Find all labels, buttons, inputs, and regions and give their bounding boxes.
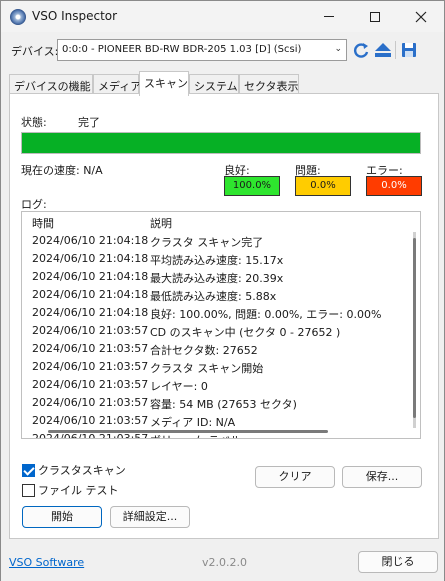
log-description: クラスタ スキャン完了: [150, 236, 264, 249]
log-description: ボリューム ラベル:: [150, 432, 245, 438]
title-bar: VSO Inspector: [1, 1, 444, 32]
log-description: メディア ID: N/A: [150, 416, 236, 429]
scan-progress-bar: [21, 132, 421, 154]
chevron-down-icon: ⌄: [334, 44, 342, 54]
log-row[interactable]: 2024/06/10 21:03:57 合計セクタ数: 27652: [22, 340, 412, 358]
log-time: 2024/06/10 21:04:18: [32, 306, 149, 319]
log-row[interactable]: 2024/06/10 21:03:57 クラスタ スキャン開始: [22, 358, 412, 376]
progress-fill: [22, 133, 420, 153]
log-row[interactable]: 2024/06/10 21:03:57 容量: 54 MB (27653 セクタ): [22, 394, 412, 412]
save-icon[interactable]: [399, 40, 419, 60]
log-time: 2024/06/10 21:04:18: [32, 234, 149, 247]
log-row[interactable]: 2024/06/10 21:04:18 平均読み込み速度: 15.17x: [22, 250, 412, 268]
column-header-time[interactable]: 時間: [32, 215, 54, 231]
toolbar-separator: [395, 41, 396, 59]
log-row[interactable]: 2024/06/10 21:03:57 CD のスキャン中 (セクタ 0 - 27…: [22, 322, 412, 340]
start-button[interactable]: 開始: [22, 506, 102, 528]
refresh-icon[interactable]: [351, 40, 371, 60]
tab-device-features[interactable]: デバイスの機能: [9, 74, 93, 95]
good-value: 100.0%: [224, 176, 280, 196]
log-description: 良好: 100.00%, 問題: 0.00%, エラー: 0.00%: [150, 308, 382, 321]
file-test-label: ファイル テスト: [38, 484, 119, 497]
log-row[interactable]: 2024/06/10 21:03:57 レイヤー: 0: [22, 376, 412, 394]
log-description: クラスタ スキャン開始: [150, 362, 264, 375]
log-label: ログ:: [21, 198, 47, 211]
window-title: VSO Inspector: [32, 9, 118, 23]
device-select-value: 0:0:0 - PIONEER BD-RW BDR-205 1.03 [D] (…: [62, 44, 302, 55]
clear-button[interactable]: クリア: [255, 466, 335, 488]
maximize-icon: [370, 11, 380, 22]
maximize-button[interactable]: [352, 1, 398, 32]
scan-panel: 状態: 完了 現在の速度: N/A 良好: 問題: エラー: 100.0% 0.…: [9, 93, 439, 539]
version-label: v2.0.2.0: [202, 556, 247, 569]
log-row[interactable]: 2024/06/10 21:04:18 良好: 100.00%, 問題: 0.00…: [22, 304, 412, 322]
error-value: 0.0%: [366, 176, 422, 196]
log-description: 最大読み込み速度: 20.39x: [150, 272, 284, 285]
log-time: 2024/06/10 21:03:57: [32, 396, 149, 409]
log-row[interactable]: 2024/06/10 21:04:18 最大読み込み速度: 20.39x: [22, 268, 412, 286]
tab-system[interactable]: システム: [189, 74, 239, 95]
minimize-button[interactable]: [306, 1, 352, 32]
log-time: 2024/06/10 21:04:18: [32, 288, 149, 301]
tab-sector-view[interactable]: セクタ表示: [239, 74, 299, 95]
status-label: 状態:: [21, 116, 47, 129]
log-description: 合計セクタ数: 27652: [150, 344, 258, 357]
log-description: 平均読み込み速度: 15.17x: [150, 254, 284, 267]
log-time: 2024/06/10 21:04:18: [32, 252, 149, 265]
log-time: 2024/06/10 21:03:57: [32, 324, 149, 337]
log-description: CD のスキャン中 (セクタ 0 - 27652 ): [150, 326, 341, 339]
log-row[interactable]: 2024/06/10 21:03:57 メディア ID: N/A: [22, 412, 412, 430]
close-window-button[interactable]: [398, 1, 444, 32]
advanced-settings-button[interactable]: 詳細設定...: [110, 506, 190, 528]
checkbox-unchecked-icon: [22, 483, 35, 497]
device-select[interactable]: 0:0:0 - PIONEER BD-RW BDR-205 1.03 [D] (…: [57, 39, 347, 61]
file-test-checkbox[interactable]: ファイル テスト: [22, 482, 119, 498]
device-label: デバイス:: [11, 45, 59, 58]
checkbox-checked-icon: [22, 463, 35, 477]
vertical-scrollbar-thumb[interactable]: [413, 238, 416, 418]
log-time: 2024/06/10 21:03:57: [32, 414, 149, 427]
log-row[interactable]: 2024/06/10 21:04:18 クラスタ スキャン完了: [22, 232, 412, 250]
tab-scan[interactable]: スキャン: [139, 71, 189, 96]
footer: VSO Software v2.0.2.0 閉じる: [1, 539, 444, 581]
minimize-icon: [324, 16, 334, 17]
close-button[interactable]: 閉じる: [358, 551, 438, 573]
disc-app-icon: [10, 9, 26, 25]
problem-value: 0.0%: [295, 176, 351, 196]
device-row: デバイス: 0:0:0 - PIONEER BD-RW BDR-205 1.03…: [9, 39, 439, 61]
save-log-button[interactable]: 保存...: [342, 466, 422, 488]
log-time: 2024/06/10 21:03:57: [32, 432, 149, 439]
log-time: 2024/06/10 21:03:57: [32, 378, 149, 391]
horizontal-scrollbar[interactable]: [48, 430, 328, 433]
status-value: 完了: [78, 116, 100, 129]
log-header: 時間 説明: [22, 215, 412, 231]
log-time: 2024/06/10 21:03:57: [32, 342, 149, 355]
app-window: VSO Inspector デバイス: 0:0:0 - PIONEER BD-R…: [0, 0, 445, 581]
column-header-desc[interactable]: 説明: [150, 215, 172, 231]
close-icon: [415, 11, 427, 22]
current-speed: 現在の速度: N/A: [21, 164, 103, 177]
vso-software-link[interactable]: VSO Software: [9, 556, 84, 569]
log-description: レイヤー: 0: [150, 380, 208, 393]
tab-media[interactable]: メディア: [93, 74, 141, 95]
log-time: 2024/06/10 21:03:57: [32, 360, 149, 373]
log-time: 2024/06/10 21:04:18: [32, 270, 149, 283]
log-list[interactable]: 時間 説明 2024/06/10 21:04:18 クラスタ スキャン完了 2024…: [21, 211, 421, 439]
eject-icon[interactable]: [373, 40, 393, 60]
cluster-scan-checkbox[interactable]: クラスタスキャン: [22, 462, 126, 478]
log-row[interactable]: 2024/06/10 21:04:18 最低読み込み速度: 5.88x: [22, 286, 412, 304]
log-description: 容量: 54 MB (27653 セクタ): [150, 398, 297, 411]
log-description: 最低読み込み速度: 5.88x: [150, 290, 277, 303]
cluster-scan-label: クラスタスキャン: [38, 464, 126, 477]
